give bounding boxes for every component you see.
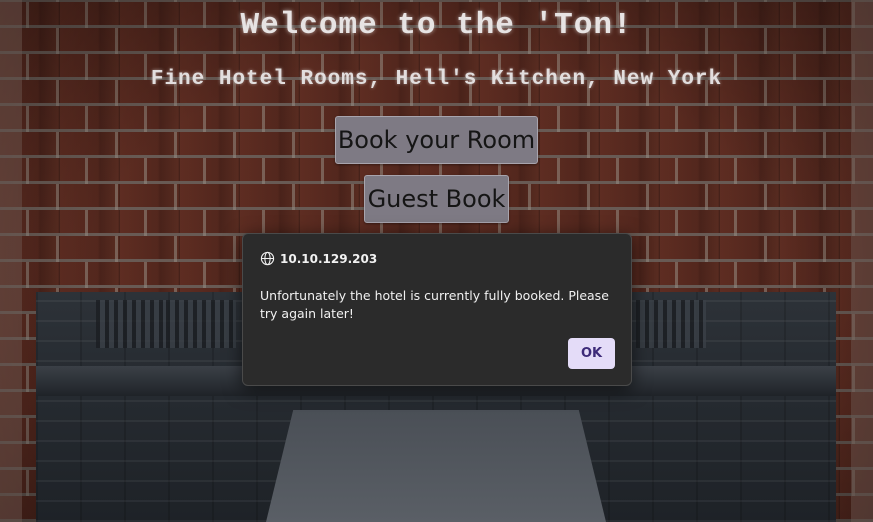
hotel-window [166, 300, 236, 348]
hotel-window [636, 300, 706, 348]
alert-origin: 10.10.129.203 [280, 251, 378, 266]
alert-dialog: 10.10.129.203 Unfortunately the hotel is… [242, 233, 632, 386]
hotel-window [96, 300, 166, 348]
globe-icon [260, 251, 275, 266]
page-subtitle: Fine Hotel Rooms, Hell's Kitchen, New Yo… [150, 68, 723, 91]
alert-dialog-header: 10.10.129.203 [260, 251, 377, 266]
page-title: Welcome to the 'Ton! [240, 8, 633, 43]
alert-message: Unfortunately the hotel is currently ful… [260, 288, 609, 321]
hotel-entrance [266, 410, 606, 522]
book-room-button[interactable]: Book your Room [335, 116, 538, 164]
guest-book-button[interactable]: Guest Book [364, 175, 509, 223]
ok-button[interactable]: OK [568, 338, 615, 369]
